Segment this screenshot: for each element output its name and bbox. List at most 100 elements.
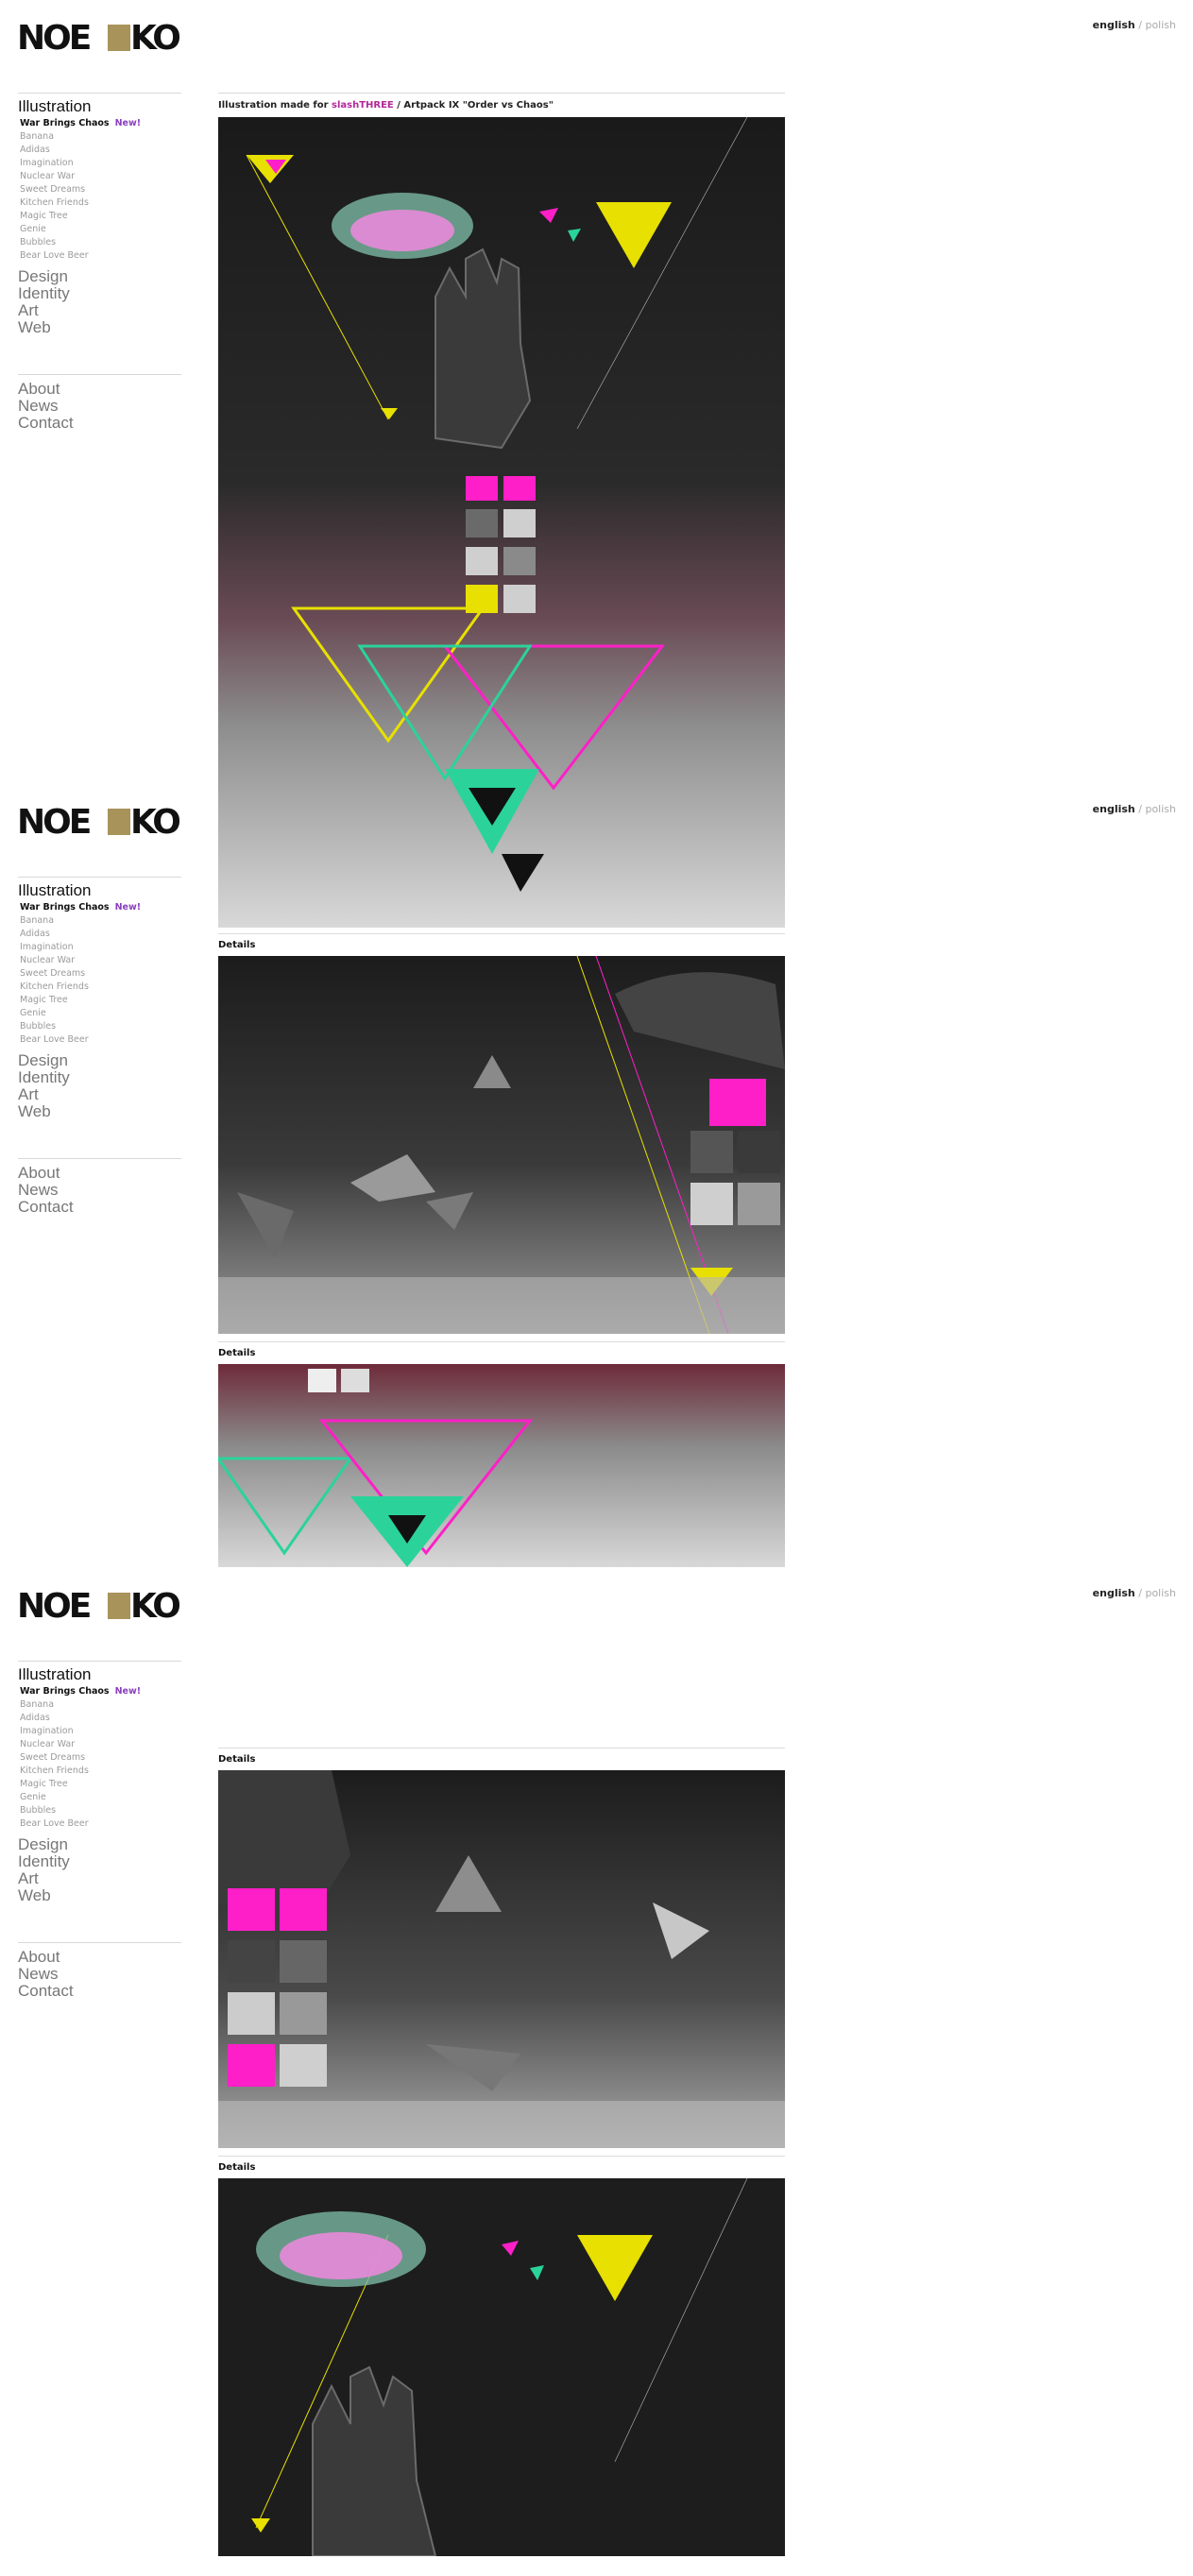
svg-text:KO: KO: [130, 803, 179, 839]
main-content-header: Illustration made for slashTHREE / Artpa…: [218, 93, 785, 111]
nav-news[interactable]: News: [18, 398, 181, 415]
submenu-item-adidas[interactable]: Adidas: [20, 928, 181, 941]
detail-image-2: [218, 1364, 785, 1567]
submenu-item-imagination[interactable]: Imagination: [20, 1725, 181, 1738]
submenu-item-genie[interactable]: Genie: [20, 223, 181, 236]
submenu-item-imagination[interactable]: Imagination: [20, 941, 181, 954]
submenu-item-label: War Brings Chaos: [20, 902, 110, 913]
nav-design[interactable]: Design: [18, 1052, 181, 1069]
new-badge: New!: [114, 902, 142, 913]
submenu-item-bubbles[interactable]: Bubbles: [20, 1020, 181, 1033]
secondary-nav: About News Contact: [18, 1165, 181, 1216]
nav-art[interactable]: Art: [18, 1086, 181, 1103]
nav-contact[interactable]: Contact: [18, 415, 181, 432]
site-logo[interactable]: NOE KO: [17, 1587, 182, 1623]
submenu-item-kitchen-friends[interactable]: Kitchen Friends: [20, 1765, 181, 1778]
artwork-caption: Illustration made for slashTHREE / Artpa…: [218, 100, 785, 111]
submenu-item-genie[interactable]: Genie: [20, 1791, 181, 1804]
category-title[interactable]: Illustration: [18, 98, 181, 115]
svg-text:KO: KO: [130, 1587, 179, 1623]
nav-art[interactable]: Art: [18, 1870, 181, 1887]
submenu-item-genie[interactable]: Genie: [20, 1007, 181, 1020]
nav-news[interactable]: News: [18, 1966, 181, 1983]
submenu-item-nuclear-war[interactable]: Nuclear War: [20, 954, 181, 967]
caption-suffix: / Artpack IX "Order vs Chaos": [393, 100, 554, 111]
submenu-item-bear-love-beer[interactable]: Bear Love Beer: [20, 1817, 181, 1831]
sidebar: Illustration War Brings Chaos New! Banana…: [18, 1661, 181, 2000]
nav-design[interactable]: Design: [18, 268, 181, 285]
nav-identity[interactable]: Identity: [18, 285, 181, 302]
nav-art[interactable]: Art: [18, 302, 181, 319]
sidebar-divider: [18, 1158, 181, 1159]
main-nav: Design Identity Art Web: [18, 268, 181, 336]
category-title[interactable]: Illustration: [18, 1666, 181, 1683]
lang-english[interactable]: english: [1093, 1587, 1135, 1599]
submenu-item-imagination[interactable]: Imagination: [20, 157, 181, 170]
main-nav: Design Identity Art Web: [18, 1052, 181, 1120]
details-divider: [218, 1341, 785, 1342]
submenu-item-sweet-dreams[interactable]: Sweet Dreams: [20, 1751, 181, 1765]
nav-about[interactable]: About: [18, 381, 181, 398]
submenu-item-nuclear-war[interactable]: Nuclear War: [20, 1738, 181, 1751]
language-switcher: english / polish: [1093, 19, 1176, 31]
nav-contact[interactable]: Contact: [18, 1983, 181, 2000]
submenu-item-bear-love-beer[interactable]: Bear Love Beer: [20, 249, 181, 263]
new-badge: New!: [114, 118, 142, 128]
submenu-item-magic-tree[interactable]: Magic Tree: [20, 210, 181, 223]
nav-identity[interactable]: Identity: [18, 1853, 181, 1870]
submenu-item-sweet-dreams[interactable]: Sweet Dreams: [20, 967, 181, 981]
sidebar: Illustration War Brings Chaos New! Banana…: [18, 93, 181, 432]
detail-image-1: [218, 956, 785, 1334]
submenu-item-adidas[interactable]: Adidas: [20, 1712, 181, 1725]
submenu-item-bubbles[interactable]: Bubbles: [20, 236, 181, 249]
submenu-item-banana[interactable]: Banana: [20, 914, 181, 928]
sidebar-divider: [18, 1661, 181, 1662]
submenu-item-kitchen-friends[interactable]: Kitchen Friends: [20, 196, 181, 210]
submenu-item-war-brings-chaos[interactable]: War Brings Chaos New!: [20, 901, 181, 914]
submenu-item-sweet-dreams[interactable]: Sweet Dreams: [20, 183, 181, 196]
submenu-item-adidas[interactable]: Adidas: [20, 144, 181, 157]
nav-about[interactable]: About: [18, 1949, 181, 1966]
nav-design[interactable]: Design: [18, 1836, 181, 1853]
category-title[interactable]: Illustration: [18, 882, 181, 899]
submenu-item-magic-tree[interactable]: Magic Tree: [20, 1778, 181, 1791]
lang-separator: /: [1138, 803, 1142, 815]
details-divider: [218, 1748, 785, 1749]
lang-english[interactable]: english: [1093, 19, 1135, 31]
lang-polish[interactable]: polish: [1145, 803, 1176, 815]
submenu-item-label: War Brings Chaos: [20, 118, 110, 128]
language-switcher: english / polish: [1093, 803, 1176, 815]
site-logo[interactable]: NOE KO: [17, 803, 182, 839]
submenu-item-bubbles[interactable]: Bubbles: [20, 1804, 181, 1817]
lang-polish[interactable]: polish: [1145, 19, 1176, 31]
svg-text:NOE: NOE: [17, 1587, 90, 1623]
submenu-item-label: War Brings Chaos: [20, 1686, 110, 1697]
illustration-submenu: War Brings Chaos New! Banana Adidas Imagi…: [20, 901, 181, 1047]
sidebar-divider: [18, 877, 181, 878]
details-label: Details: [218, 940, 256, 950]
nav-web[interactable]: Web: [18, 319, 181, 336]
submenu-item-banana[interactable]: Banana: [20, 130, 181, 144]
nav-about[interactable]: About: [18, 1165, 181, 1182]
nav-web[interactable]: Web: [18, 1103, 181, 1120]
submenu-item-kitchen-friends[interactable]: Kitchen Friends: [20, 981, 181, 994]
content-divider: [218, 93, 785, 94]
nav-identity[interactable]: Identity: [18, 1069, 181, 1086]
nav-contact[interactable]: Contact: [18, 1199, 181, 1216]
nav-news[interactable]: News: [18, 1182, 181, 1199]
details-divider: [218, 933, 785, 934]
lang-polish[interactable]: polish: [1145, 1587, 1176, 1599]
submenu-item-war-brings-chaos[interactable]: War Brings Chaos New!: [20, 117, 181, 130]
submenu-item-banana[interactable]: Banana: [20, 1698, 181, 1712]
lang-english[interactable]: english: [1093, 803, 1135, 815]
secondary-nav: About News Contact: [18, 381, 181, 432]
submenu-item-war-brings-chaos[interactable]: War Brings Chaos New!: [20, 1685, 181, 1698]
illustration-submenu: War Brings Chaos New! Banana Adidas Imagi…: [20, 117, 181, 263]
nav-web[interactable]: Web: [18, 1887, 181, 1904]
submenu-item-magic-tree[interactable]: Magic Tree: [20, 994, 181, 1007]
illustration-submenu: War Brings Chaos New! Banana Adidas Imagi…: [20, 1685, 181, 1831]
submenu-item-bear-love-beer[interactable]: Bear Love Beer: [20, 1033, 181, 1047]
site-logo[interactable]: NOE KO: [17, 19, 182, 55]
caption-link[interactable]: slashTHREE: [332, 100, 394, 111]
submenu-item-nuclear-war[interactable]: Nuclear War: [20, 170, 181, 183]
